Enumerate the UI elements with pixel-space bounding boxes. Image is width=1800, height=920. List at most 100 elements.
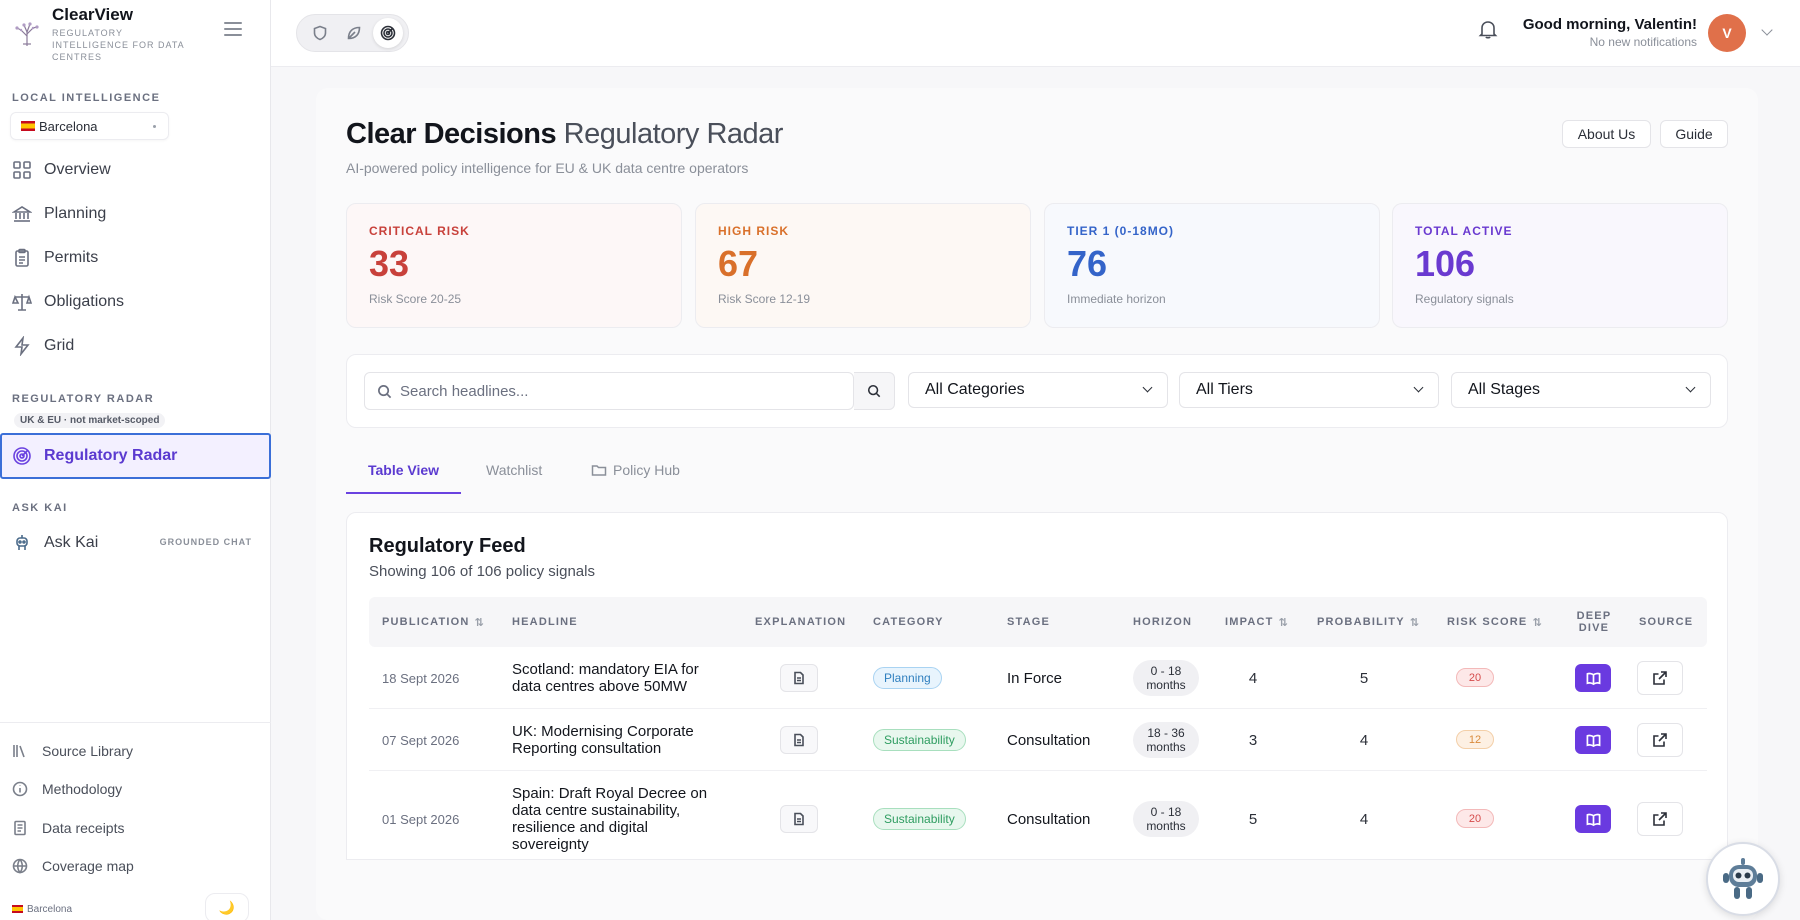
leaf-icon (347, 26, 361, 40)
explanation-button[interactable] (780, 805, 818, 833)
nav-permits[interactable]: Permits (12, 240, 267, 276)
row-probability: 4 (1359, 810, 1369, 828)
regulatory-feed: Regulatory Feed Showing 106 of 106 polic… (346, 512, 1728, 860)
book-open-icon (1586, 734, 1600, 747)
menu-toggle-icon[interactable] (224, 22, 242, 36)
spain-flag-icon (12, 905, 23, 914)
location-select[interactable]: Barcelona (10, 112, 169, 140)
deep-dive-button[interactable] (1575, 664, 1611, 692)
mode-shield-button[interactable] (305, 18, 335, 48)
stat-card-total: TOTAL ACTIVE 106 Regulatory signals (1392, 203, 1728, 328)
stage-select[interactable]: All Stages (1451, 372, 1711, 408)
mode-radar-button[interactable] (373, 18, 403, 48)
scope-badge: UK & EU · not market-scoped (14, 413, 166, 428)
row-headline[interactable]: UK: Modernising Corporate Reporting cons… (512, 709, 727, 771)
nav-overview[interactable]: Overview (12, 152, 267, 188)
mode-leaf-button[interactable] (339, 18, 369, 48)
source-link-button[interactable] (1637, 661, 1683, 695)
search-button[interactable] (854, 372, 895, 410)
col-risk-score[interactable]: RISK SCORE ⇅ (1447, 597, 1542, 647)
about-us-button[interactable]: About Us (1562, 120, 1651, 148)
notifications-bell-icon[interactable] (1477, 18, 1499, 40)
regulatory-radar-label: REGULATORY RADAR (12, 393, 155, 405)
document-icon (794, 671, 804, 685)
footer-methodology[interactable]: Methodology (12, 777, 122, 801)
sort-icon[interactable]: ⇅ (475, 616, 484, 629)
tab-table-view[interactable]: Table View (368, 462, 439, 478)
nav-grid[interactable]: Grid (12, 328, 267, 364)
chevron-down-icon (1413, 382, 1424, 393)
location-value: Barcelona (39, 118, 98, 134)
source-link-button[interactable] (1637, 723, 1683, 757)
nav-planning[interactable]: Planning (12, 196, 267, 232)
category-badge: Sustainability (873, 729, 966, 751)
avatar[interactable]: V (1708, 14, 1746, 52)
col-probability[interactable]: PROBABILITY ⇅ (1317, 597, 1419, 647)
receipt-icon (14, 820, 26, 836)
brand-tagline: REGULATORY INTELLIGENCE FOR DATA CENTRES (52, 28, 185, 62)
tab-policy-hub[interactable]: Policy Hub (591, 462, 680, 478)
explanation-button[interactable] (780, 664, 818, 692)
footer-source-library[interactable]: Source Library (12, 739, 133, 763)
row-headline[interactable]: Scotland: mandatory EIA for data centres… (512, 647, 727, 709)
row-stage: Consultation (1007, 810, 1091, 828)
info-icon (12, 781, 28, 797)
horizon-badge: 18 - 36 months (1133, 722, 1199, 758)
col-publication[interactable]: PUBLICATION ⇅ (382, 597, 484, 647)
search-field[interactable] (364, 372, 854, 410)
theme-toggle-button[interactable]: 🌙 (205, 893, 249, 920)
table-row: 01 Sept 2026 Spain: Draft Royal Decree o… (369, 771, 1707, 859)
category-select[interactable]: All Categories (908, 372, 1168, 408)
stat-sub: Risk Score 12-19 (718, 292, 811, 306)
risk-score-badge: 12 (1456, 730, 1494, 749)
feed-subtitle: Showing 106 of 106 policy signals (369, 563, 595, 580)
notifications-status: No new notifications (1589, 35, 1697, 49)
row-impact: 5 (1248, 810, 1258, 828)
sort-icon[interactable]: ⇅ (1532, 616, 1541, 629)
sort-icon[interactable]: ⇅ (1279, 616, 1288, 629)
nav-regulatory-radar[interactable]: Regulatory Radar (0, 433, 271, 479)
col-headline: HEADLINE (512, 616, 578, 628)
grid-icon (13, 161, 31, 179)
row-headline[interactable]: Spain: Draft Royal Decree on data centre… (512, 771, 727, 859)
explanation-button[interactable] (780, 726, 818, 754)
tier-select[interactable]: All Tiers (1179, 372, 1439, 408)
search-input[interactable] (400, 382, 840, 400)
footer-coverage-map[interactable]: Coverage map (12, 854, 134, 878)
moon-icon: 🌙 (218, 900, 236, 915)
risk-score-badge: 20 (1456, 809, 1494, 828)
col-impact[interactable]: IMPACT ⇅ (1225, 597, 1288, 647)
brand[interactable]: ClearView REGULATORY INTELLIGENCE FOR DA… (12, 6, 202, 63)
shield-icon (313, 25, 327, 41)
chevron-down-icon[interactable] (1761, 24, 1773, 36)
topbar: Good morning, Valentin! No new notificat… (271, 0, 1800, 67)
stat-card-tier1: TIER 1 (0-18MO) 76 Immediate horizon (1044, 203, 1380, 328)
stat-sub: Regulatory signals (1415, 292, 1514, 306)
source-link-button[interactable] (1637, 802, 1683, 836)
greeting-title: Good morning, Valentin! (1522, 16, 1697, 33)
book-open-icon (1586, 672, 1600, 685)
library-icon (13, 745, 25, 758)
chat-assistant-button[interactable] (1706, 842, 1780, 916)
nav-obligations[interactable]: Obligations (12, 284, 267, 320)
deep-dive-button[interactable] (1575, 805, 1611, 833)
row-date: 18 Sept 2026 (382, 670, 460, 686)
row-probability: 4 (1359, 731, 1369, 749)
stat-value: 106 (1415, 243, 1476, 284)
globe-icon (12, 858, 28, 874)
tree-logo-icon (15, 22, 39, 46)
robot-icon (1723, 858, 1763, 899)
table-row: 07 Sept 2026 UK: Modernising Corporate R… (369, 709, 1707, 771)
sidebar-divider (0, 722, 271, 723)
horizon-badge: 0 - 18 months (1133, 801, 1199, 837)
deep-dive-button[interactable] (1575, 726, 1611, 754)
page-subtitle: AI-powered policy intelligence for EU & … (346, 160, 749, 176)
location-caret-icon (153, 125, 156, 128)
sort-icon[interactable]: ⇅ (1410, 616, 1419, 629)
tab-watchlist[interactable]: Watchlist (486, 462, 542, 478)
guide-button[interactable]: Guide (1660, 120, 1728, 148)
footer-data-receipts[interactable]: Data receipts (12, 816, 124, 840)
col-source: SOURCE (1639, 616, 1694, 628)
stat-value: 76 (1067, 243, 1108, 284)
radar-icon (13, 447, 31, 465)
